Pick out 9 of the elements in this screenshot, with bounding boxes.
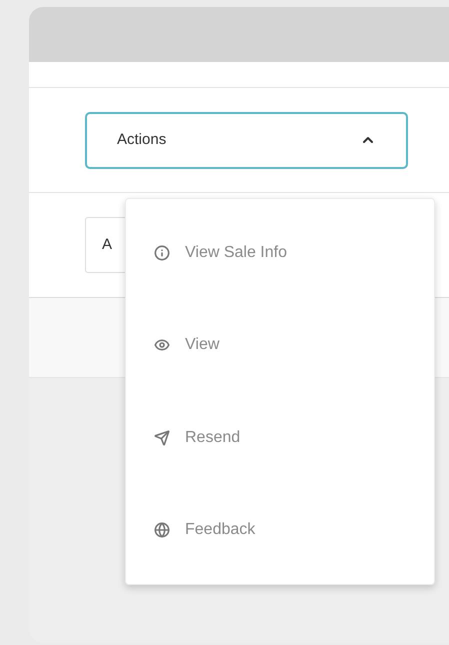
paper-plane-icon	[154, 430, 170, 446]
menu-item[interactable]: View	[126, 320, 434, 370]
menu-item[interactable]: Feedback	[126, 504, 434, 555]
menu-item[interactable]: View Sale Info	[126, 228, 434, 278]
eye-icon	[154, 337, 170, 354]
actions-dropdown[interactable]: Actions	[85, 112, 408, 168]
globe-icon	[154, 522, 170, 538]
info-icon	[154, 245, 170, 262]
menu-item[interactable]: Resend	[126, 412, 434, 463]
